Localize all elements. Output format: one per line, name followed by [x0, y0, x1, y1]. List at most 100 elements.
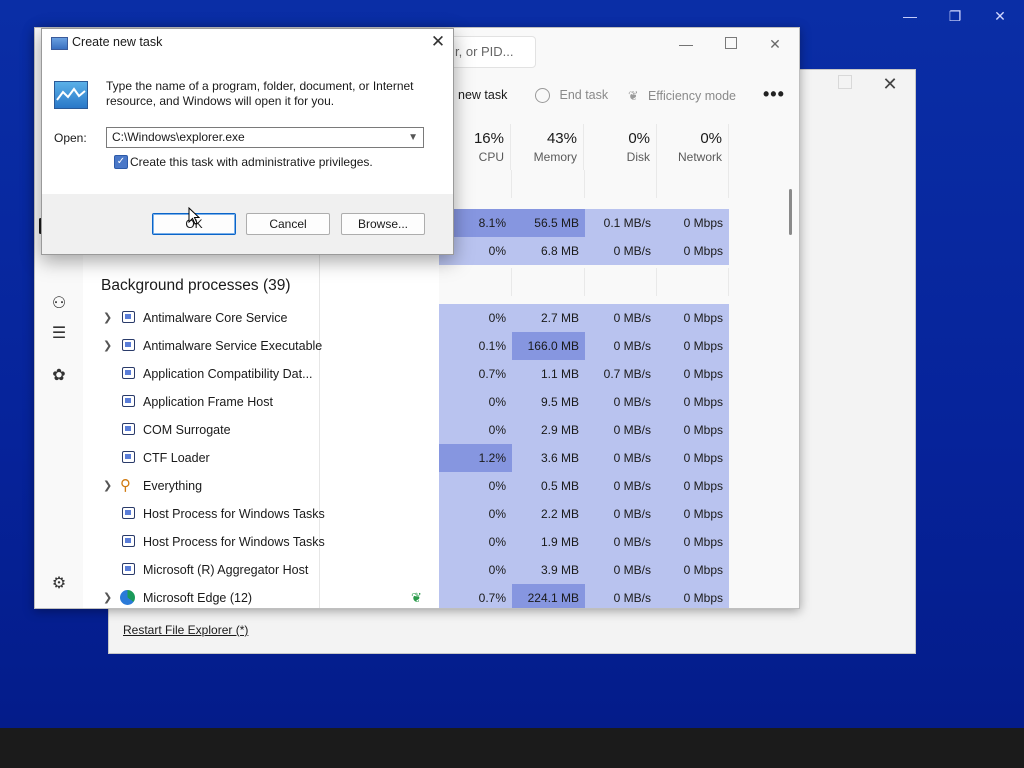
disk-cell: 0.7 MB/s	[585, 360, 657, 388]
cpu-cell: 0%	[439, 528, 512, 556]
run-program-icon	[54, 81, 88, 109]
disk-cell: 0 MB/s	[585, 332, 657, 360]
table-row[interactable]: Microsoft (R) Aggregator Host 0% 3.9 MB …	[83, 556, 759, 584]
efficiency-mode-button[interactable]: ❦ Efficiency mode	[628, 88, 736, 106]
disk-label: Disk	[626, 150, 650, 164]
chevron-down-icon[interactable]: ▼	[408, 128, 418, 147]
memory-cell: 3.6 MB	[512, 444, 585, 472]
services-icon[interactable]: ✿	[49, 366, 69, 386]
network-cell: 0 Mbps	[657, 416, 729, 444]
open-label: Open:	[54, 131, 87, 145]
network-cell: 0 Mbps	[657, 304, 729, 332]
memory-cell: 2.2 MB	[512, 500, 585, 528]
app-window-icon	[122, 507, 135, 519]
column-header-network[interactable]: 0% Network	[657, 124, 729, 170]
tm-close-button[interactable]: ✕	[760, 34, 790, 54]
more-options-button[interactable]: •••	[763, 84, 785, 105]
end-task-icon	[535, 88, 550, 104]
memory-cell: 1.1 MB	[512, 360, 585, 388]
memory-cell: 0.5 MB	[512, 472, 585, 500]
table-row[interactable]: Application Frame Host 0% 9.5 MB 0 MB/s …	[83, 388, 759, 416]
network-label: Network	[677, 150, 722, 164]
desktop-close-button[interactable]: ✕	[980, 4, 1020, 28]
app-window-icon	[122, 395, 135, 407]
network-cell: 0 Mbps	[657, 528, 729, 556]
table-row[interactable]: Host Process for Windows Tasks 0% 2.2 MB…	[83, 500, 759, 528]
process-name: Microsoft (R) Aggregator Host	[143, 563, 309, 577]
users-icon[interactable]: ⚇	[49, 294, 69, 314]
disk-cell: 0 MB/s	[585, 556, 657, 584]
table-row[interactable]: CTF Loader 1.2% 3.6 MB 0 MB/s 0 Mbps	[83, 444, 759, 472]
table-row[interactable]: Application Compatibility Dat... 0.7% 1.…	[83, 360, 759, 388]
search-input[interactable]: r, or PID...	[450, 36, 536, 68]
back-window-maximize-icon[interactable]	[838, 75, 852, 89]
table-row[interactable]: ❯ ⚲ Everything 0% 0.5 MB 0 MB/s 0 Mbps	[83, 472, 759, 500]
table-row[interactable]: Host Process for Windows Tasks 0% 1.9 MB…	[83, 528, 759, 556]
tm-minimize-button[interactable]: —	[671, 34, 701, 54]
table-row[interactable]: ❯ Antimalware Service Executable 0.1% 16…	[83, 332, 759, 360]
magnifier-icon: ⚲	[120, 477, 131, 494]
admin-privileges-checkbox[interactable]: ✓	[114, 155, 128, 169]
cpu-cell: 0%	[439, 556, 512, 584]
cpu-cell: 1.2%	[439, 444, 512, 472]
edge-browser-icon	[120, 590, 135, 605]
expand-chevron-icon[interactable]: ❯	[103, 304, 112, 332]
desktop-restore-button[interactable]: ❐	[935, 4, 975, 28]
memory-cell: 2.9 MB	[512, 416, 585, 444]
details-icon[interactable]: ☰	[49, 324, 69, 344]
table-row[interactable]: ❯ Antimalware Core Service 0% 2.7 MB 0 M…	[83, 304, 759, 332]
app-window-icon	[122, 367, 135, 379]
memory-cell: 166.0 MB	[512, 332, 585, 360]
open-input-value: C:\Windows\explorer.exe	[112, 130, 245, 144]
memory-total: 43%	[546, 130, 577, 147]
cpu-cell: 0%	[439, 416, 512, 444]
dialog-title: Create new task	[72, 35, 163, 49]
expand-chevron-icon[interactable]: ❯	[103, 472, 112, 500]
tm-maximize-button[interactable]	[725, 37, 737, 49]
efficiency-leaf-icon: ❦	[411, 590, 422, 605]
efficiency-mode-label: Efficiency mode	[647, 89, 736, 103]
cpu-cell: 0.1%	[439, 332, 512, 360]
browse-button[interactable]: Browse...	[341, 213, 425, 235]
column-header-disk[interactable]: 0% Disk	[585, 124, 657, 170]
cpu-cell: 0%	[439, 304, 512, 332]
back-window-close-button[interactable]: ✕	[875, 72, 905, 96]
table-row[interactable]: COM Surrogate 0% 2.9 MB 0 MB/s 0 Mbps	[83, 416, 759, 444]
admin-privileges-label[interactable]: Create this task with administrative pri…	[130, 155, 373, 169]
settings-gear-icon[interactable]: ⚙	[49, 574, 69, 594]
expand-chevron-icon[interactable]: ❯	[103, 584, 112, 608]
dialog-close-button[interactable]: ✕	[426, 31, 450, 53]
disk-cell: 0 MB/s	[585, 416, 657, 444]
run-new-task-button[interactable]: new task	[458, 88, 507, 106]
expand-chevron-icon[interactable]: ❯	[103, 332, 112, 360]
memory-cell: 3.9 MB	[512, 556, 585, 584]
memory-label: Memory	[533, 150, 577, 164]
network-cell: 0 Mbps	[657, 500, 729, 528]
memory-cell: 224.1 MB	[512, 584, 585, 608]
network-cell: 0 Mbps	[657, 472, 729, 500]
end-task-button[interactable]: End task	[535, 88, 608, 106]
memory-cell: 1.9 MB	[512, 528, 585, 556]
column-header-memory[interactable]: 43% Memory	[512, 124, 584, 170]
cancel-button[interactable]: Cancel	[246, 213, 330, 235]
section-title: Background processes (39)	[101, 277, 291, 294]
open-combobox[interactable]: C:\Windows\explorer.exe ▼	[106, 127, 424, 148]
taskbar	[0, 728, 1024, 768]
cpu-cell: 0.7%	[439, 360, 512, 388]
desktop-minimize-button[interactable]: —	[890, 4, 930, 28]
restart-file-explorer-link[interactable]: Restart File Explorer (*)	[123, 623, 248, 637]
disk-total: 0%	[628, 130, 650, 147]
network-cell: 0 Mbps	[657, 332, 729, 360]
disk-cell: 0 MB/s	[585, 304, 657, 332]
network-cell: 0 Mbps	[657, 444, 729, 472]
memory-cell: 2.7 MB	[512, 304, 585, 332]
dialog-app-icon	[51, 37, 68, 50]
table-row[interactable]: ❯ Microsoft Edge (12) ❦ 0.7% 224.1 MB 0 …	[83, 584, 759, 608]
disk-cell: 0 MB/s	[585, 584, 657, 608]
network-cell: 0 Mbps	[657, 237, 729, 265]
network-cell: 0 Mbps	[657, 360, 729, 388]
process-name: COM Surrogate	[143, 423, 231, 437]
process-name: Host Process for Windows Tasks	[143, 507, 325, 521]
scrollbar-thumb[interactable]	[789, 189, 792, 235]
network-cell: 0 Mbps	[657, 584, 729, 608]
